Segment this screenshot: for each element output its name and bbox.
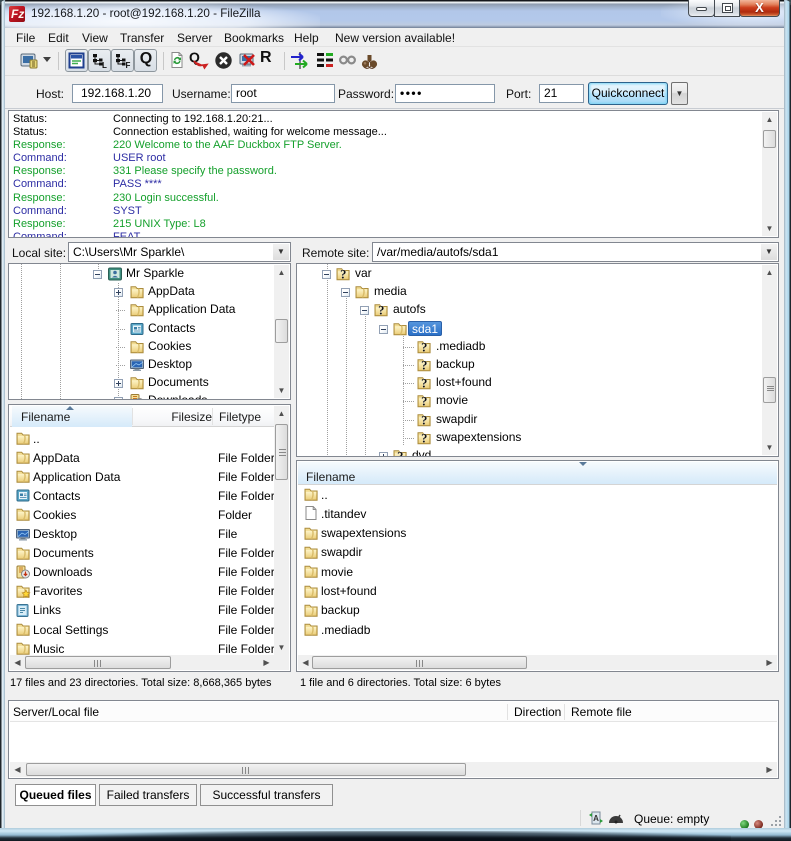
svg-text:A: A bbox=[593, 814, 599, 823]
svg-text:F: F bbox=[126, 61, 131, 69]
svg-text:L: L bbox=[102, 61, 107, 69]
